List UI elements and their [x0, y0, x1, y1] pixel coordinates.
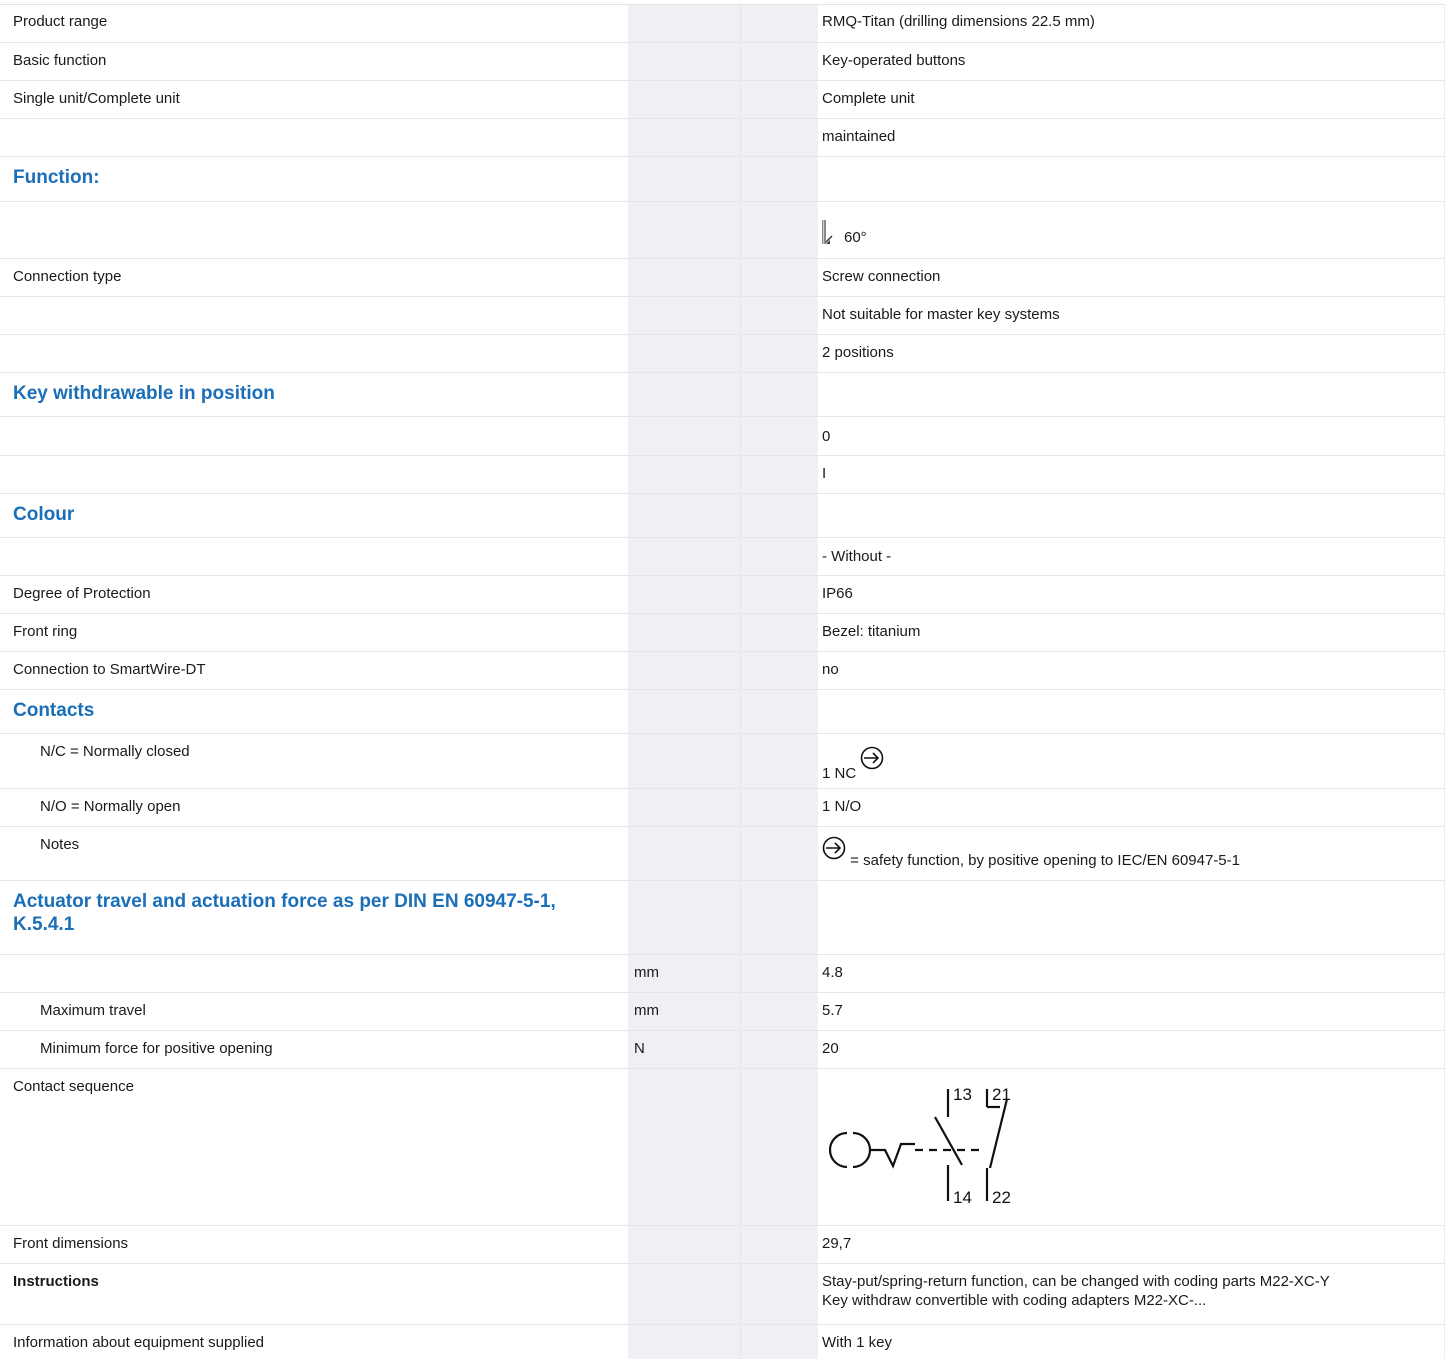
table-row: Minimum force for positive opening N 20: [0, 1031, 1445, 1069]
table-row: Instructions Stay-put/spring-return func…: [0, 1264, 1445, 1325]
row-label: Information about equipment supplied: [13, 1334, 265, 1351]
table-row: N/O = Normally open 1 N/O: [0, 789, 1445, 827]
row-label: N/C = Normally closed: [40, 743, 190, 760]
row-value: 1 NC: [822, 746, 884, 782]
row-label: Notes: [40, 836, 80, 853]
angle-value: 60°: [844, 229, 867, 246]
row-label: Product range: [13, 13, 108, 30]
table-row: 2 positions: [0, 335, 1445, 373]
section-heading: Actuator travel and actuation force as p…: [13, 891, 556, 935]
row-unit: N: [634, 1040, 645, 1057]
row-label: Minimum force for positive opening: [40, 1040, 273, 1057]
section-heading: Key withdrawable in position: [13, 383, 275, 404]
row-unit: mm: [634, 964, 659, 981]
terminal-21: 21: [992, 1085, 1011, 1104]
row-value: Not suitable for master key systems: [822, 306, 1060, 323]
row-label: Basic function: [13, 52, 107, 69]
row-label: Maximum travel: [40, 1002, 146, 1019]
row-value: 29,7: [822, 1235, 852, 1252]
table-row: I: [0, 456, 1445, 494]
notes-value: = safety function, by positive opening t…: [850, 852, 1240, 869]
section-heading-row: Actuator travel and actuation force as p…: [0, 881, 1445, 955]
row-unit: mm: [634, 1002, 659, 1019]
table-row: N/C = Normally closed 1 NC: [0, 734, 1445, 789]
table-row: Basic function Key-operated buttons: [0, 43, 1445, 81]
row-value: 1 N/O: [822, 798, 862, 815]
section-heading-row: Contacts: [0, 690, 1445, 734]
row-value: 5.7: [822, 1002, 843, 1019]
row-value: maintained: [822, 128, 896, 145]
nc-value: 1 NC: [822, 765, 857, 782]
row-value: Key-operated buttons: [822, 52, 966, 69]
table-row: Not suitable for master key systems: [0, 297, 1445, 335]
terminal-13: 13: [953, 1085, 972, 1104]
row-value: 60°: [822, 220, 867, 247]
section-heading: Function:: [13, 167, 100, 188]
row-label: Front ring: [13, 623, 78, 640]
table-row: Notes = safety function, by positive ope…: [0, 827, 1445, 881]
row-value: Stay-put/spring-return function, can be …: [822, 1272, 1330, 1310]
row-label: Degree of Protection: [13, 585, 151, 602]
row-label: Front dimensions: [13, 1235, 129, 1252]
table-row: 0: [0, 417, 1445, 456]
key-position-icon: [822, 220, 833, 244]
table-row: Front dimensions 29,7: [0, 1226, 1445, 1264]
row-value: With 1 key: [822, 1334, 893, 1351]
row-value: 0: [822, 428, 831, 445]
row-label: Single unit/Complete unit: [13, 90, 180, 107]
terminal-22: 22: [992, 1188, 1011, 1207]
row-value: 20: [822, 1040, 839, 1057]
row-value: Screw connection: [822, 268, 941, 285]
section-heading-row: Function:: [0, 157, 1445, 202]
row-label: Instructions: [13, 1273, 99, 1290]
row-value: = safety function, by positive opening t…: [822, 836, 1240, 869]
table-row: Degree of Protection IP66: [0, 576, 1445, 614]
section-heading: Colour: [13, 504, 75, 525]
table-row: mm 4.8: [0, 955, 1445, 993]
row-label: Connection type: [13, 268, 122, 285]
row-value: Bezel: titanium: [822, 623, 921, 640]
table-row: - Without -: [0, 538, 1445, 576]
row-label: N/O = Normally open: [40, 798, 181, 815]
row-value: I: [822, 465, 827, 482]
row-value: Complete unit: [822, 90, 915, 107]
table-row: Contact sequence 13 21 14 22: [0, 1069, 1445, 1226]
row-label: Contact sequence: [13, 1078, 134, 1095]
instructions-line-2: Key withdraw convertible with coding ada…: [822, 1292, 1207, 1309]
table-row: Single unit/Complete unit Complete unit: [0, 81, 1445, 119]
row-value: IP66: [822, 585, 853, 602]
spec-table: Product range RMQ-Titan (drilling dimens…: [0, 4, 1445, 1363]
row-value: no: [822, 661, 839, 678]
row-value: RMQ-Titan (drilling dimensions 22.5 mm): [822, 13, 1095, 30]
section-heading: Contacts: [13, 700, 95, 721]
table-row: Connection type Screw connection: [0, 259, 1445, 297]
table-row: Information about equipment supplied Wit…: [0, 1325, 1445, 1363]
contact-sequence-diagram: 13 21 14 22: [828, 1085, 1011, 1207]
row-label: Connection to SmartWire-DT: [13, 661, 206, 678]
table-row: Product range RMQ-Titan (drilling dimens…: [0, 4, 1445, 43]
table-row: Front ring Bezel: titanium: [0, 614, 1445, 652]
row-value: 2 positions: [822, 344, 894, 361]
section-heading-row: Colour: [0, 494, 1445, 538]
table-row: 60°: [0, 202, 1445, 259]
safety-function-icon: [861, 746, 884, 770]
table-row: Maximum travel mm 5.7: [0, 993, 1445, 1031]
terminal-14: 14: [953, 1188, 972, 1207]
safety-function-icon: [822, 836, 846, 860]
section-heading-row: Key withdrawable in position: [0, 373, 1445, 417]
instructions-line-1: Stay-put/spring-return function, can be …: [822, 1273, 1330, 1290]
table-row: Connection to SmartWire-DT no: [0, 652, 1445, 690]
row-value: 4.8: [822, 964, 843, 981]
row-value: - Without -: [822, 548, 892, 565]
table-row: maintained: [0, 119, 1445, 157]
